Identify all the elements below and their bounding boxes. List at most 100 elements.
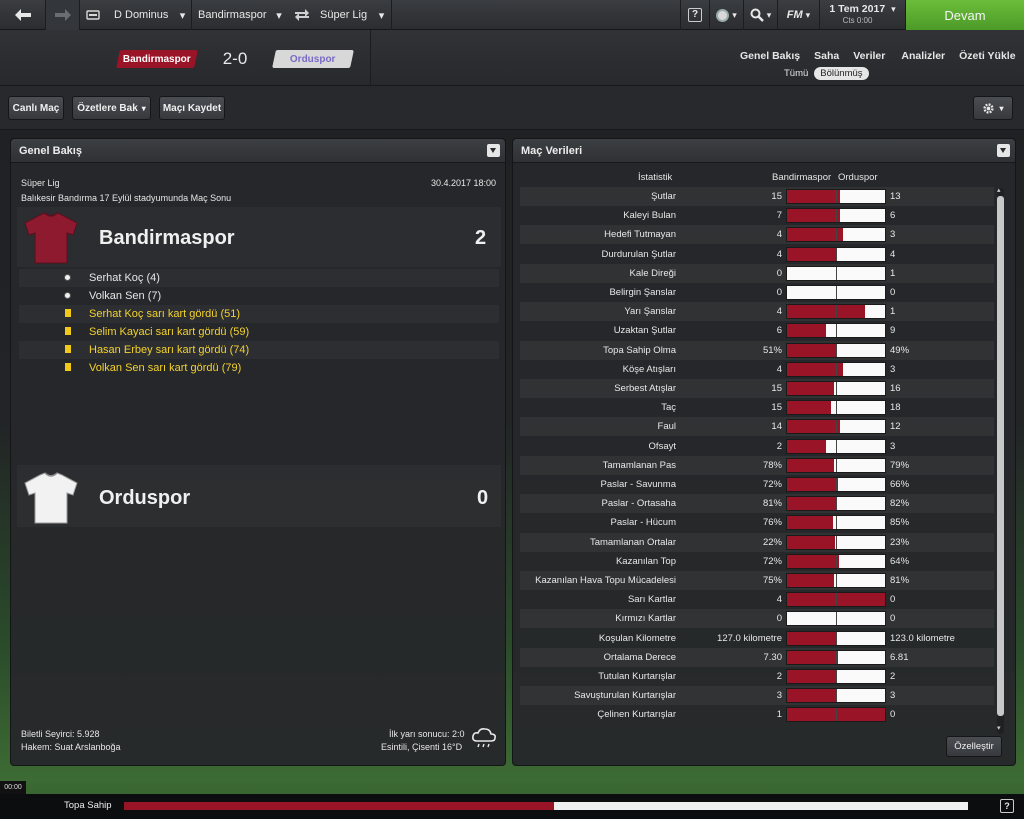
stat-away-value: 123.0 kilometre bbox=[890, 632, 955, 644]
stat-label: Paslar - Savunma bbox=[600, 479, 676, 490]
stat-label: Ortalama Derece bbox=[603, 651, 676, 663]
stat-home-value: 72% bbox=[762, 479, 782, 490]
stat-comparison-bar bbox=[786, 361, 886, 377]
stats-scrollbar-thumb[interactable] bbox=[997, 196, 1004, 716]
stat-row[interactable]: Köşe Atışları 4 3 bbox=[520, 360, 994, 379]
stat-bar-midline bbox=[836, 228, 837, 242]
stat-row[interactable]: Kırmızı Kartlar 0 0 bbox=[520, 609, 994, 629]
stat-away-value: 3 bbox=[890, 440, 896, 452]
stat-row[interactable]: Tutulan Kurtarışlar 2 2 bbox=[520, 667, 994, 686]
stat-away-value: 79% bbox=[890, 459, 910, 471]
stat-home-fill bbox=[787, 343, 837, 357]
stat-label: Paslar - Ortasaha bbox=[601, 498, 676, 510]
stat-comparison-bar bbox=[786, 438, 886, 454]
stat-away-value: 2 bbox=[890, 671, 896, 682]
stat-home-fill bbox=[787, 458, 834, 472]
stat-row[interactable]: Topa Sahip Olma 51% 49% bbox=[520, 340, 994, 360]
stat-home-fill bbox=[787, 670, 836, 683]
stat-row[interactable]: Ortalama Derece 7.30 6.81 bbox=[520, 647, 994, 667]
stat-row[interactable]: Hedefi Tutmayan 4 3 bbox=[520, 225, 994, 245]
stat-away-value: 23% bbox=[890, 536, 910, 548]
stat-away-value: 3 bbox=[890, 229, 896, 241]
stat-comparison-bar bbox=[786, 669, 886, 684]
stat-home-fill bbox=[787, 209, 840, 223]
stat-label: Paslar - Hücum bbox=[610, 517, 676, 529]
stat-away-value: 0 bbox=[890, 287, 896, 298]
stat-home-value: 0 bbox=[776, 613, 782, 625]
stat-label: Hedefi Tutmayan bbox=[604, 229, 676, 241]
stats-scrollbar-track[interactable] bbox=[997, 188, 1004, 734]
stat-away-value: 6 bbox=[890, 210, 896, 222]
stat-row[interactable]: Koşulan Kilometre 127.0 kilometre 123.0 ki… bbox=[520, 629, 994, 648]
stat-home-fill bbox=[787, 478, 838, 491]
stat-row[interactable]: Durdurulan Şutlar 4 4 bbox=[520, 245, 994, 264]
stat-row[interactable]: Kale Direği 0 1 bbox=[520, 263, 994, 283]
stat-comparison-bar bbox=[786, 208, 886, 224]
stat-row[interactable]: Tamamlanan Pas 78% 79% bbox=[520, 455, 994, 475]
stat-label: Kale Direği bbox=[629, 267, 676, 279]
stat-bar-midline bbox=[836, 516, 837, 530]
stat-bar-midline bbox=[836, 670, 837, 683]
stats-table[interactable]: Şutlar 15 13 Kaleyi Bulan 7 6 Hedefi Tutmayan 4… bbox=[0, 0, 1024, 740]
stat-home-value: 7 bbox=[776, 210, 782, 222]
stat-row[interactable]: Çelinen Kurtarışlar 1 0 bbox=[520, 705, 994, 724]
stat-comparison-bar bbox=[786, 477, 886, 492]
stat-comparison-bar bbox=[786, 381, 886, 396]
stat-bar-midline bbox=[836, 401, 837, 415]
stat-bar-midline bbox=[836, 478, 837, 491]
stat-home-fill bbox=[787, 228, 843, 242]
stat-row[interactable]: Ofsayt 2 3 bbox=[520, 437, 994, 456]
stat-home-value: 2 bbox=[776, 440, 782, 452]
stat-label: Kazanılan Hava Topu Mücadelesi bbox=[535, 575, 676, 586]
stat-label: Topa Sahip Olma bbox=[603, 344, 676, 356]
stat-row[interactable]: Serbest Atışlar 15 16 bbox=[520, 379, 994, 398]
stat-row[interactable]: Kazanılan Top 72% 64% bbox=[520, 552, 994, 571]
stat-away-value: 9 bbox=[890, 325, 896, 337]
stat-away-value: 3 bbox=[890, 363, 896, 375]
stat-row[interactable]: Şutlar 15 13 bbox=[520, 187, 994, 206]
stat-bar-midline bbox=[836, 631, 837, 645]
stat-row[interactable]: Belirgin Şanslar 0 0 bbox=[520, 283, 994, 302]
stat-bar-midline bbox=[836, 324, 837, 338]
stat-comparison-bar bbox=[786, 592, 886, 608]
stat-home-fill bbox=[787, 554, 839, 568]
stat-row[interactable]: Paslar - Savunma 72% 66% bbox=[520, 475, 994, 494]
stat-home-value: 14 bbox=[771, 421, 782, 433]
stat-away-value: 0 bbox=[890, 709, 896, 721]
footer-help-icon[interactable]: ? bbox=[1000, 799, 1014, 813]
stat-away-value: 12 bbox=[890, 421, 901, 433]
stat-away-value: 81% bbox=[890, 575, 910, 586]
scroll-up-icon[interactable]: ▴ bbox=[997, 186, 1001, 194]
stat-home-value: 3 bbox=[776, 690, 782, 702]
possession-bar-home bbox=[124, 802, 554, 810]
stat-comparison-bar bbox=[786, 534, 886, 550]
stat-home-fill bbox=[787, 305, 865, 319]
stat-row[interactable]: Savuşturulan Kurtarışlar 3 3 bbox=[520, 686, 994, 706]
customize-button[interactable]: Özelleştir bbox=[946, 736, 1002, 757]
stat-comparison-bar bbox=[786, 457, 886, 473]
stat-home-value: 4 bbox=[776, 306, 782, 318]
stat-home-value: 4 bbox=[776, 363, 782, 375]
stat-comparison-bar bbox=[786, 323, 886, 339]
stat-label: Serbest Atışlar bbox=[614, 383, 676, 394]
stat-row[interactable]: Paslar - Hücum 76% 85% bbox=[520, 513, 994, 532]
stat-home-fill bbox=[787, 497, 836, 511]
stat-row[interactable]: Uzaktan Şutlar 6 9 bbox=[520, 321, 994, 340]
stat-home-value: 15 bbox=[771, 383, 782, 394]
stat-row[interactable]: Taç 15 18 bbox=[520, 398, 994, 417]
stat-row[interactable]: Tamamlanan Ortalar 22% 23% bbox=[520, 532, 994, 552]
stat-row[interactable]: Yarı Şanslar 4 1 bbox=[520, 302, 994, 322]
stat-row[interactable]: Kaleyi Bulan 7 6 bbox=[520, 206, 994, 225]
stat-home-value: 75% bbox=[762, 575, 782, 586]
stat-row[interactable]: Kazanılan Hava Topu Mücadelesi 75% 81% bbox=[520, 571, 994, 590]
stat-home-fill bbox=[787, 401, 831, 415]
stat-row[interactable]: Sarı Kartlar 4 0 bbox=[520, 590, 994, 609]
stat-away-value: 18 bbox=[890, 402, 901, 414]
scroll-down-icon[interactable]: ▾ bbox=[997, 724, 1001, 732]
stat-comparison-bar bbox=[786, 553, 886, 569]
stat-row[interactable]: Faul 14 12 bbox=[520, 417, 994, 437]
stat-bar-midline bbox=[836, 439, 837, 453]
stat-label: Çelinen Kurtarışlar bbox=[597, 709, 676, 721]
stat-row[interactable]: Paslar - Ortasaha 81% 82% bbox=[520, 494, 994, 514]
stat-bar-midline bbox=[836, 708, 837, 722]
